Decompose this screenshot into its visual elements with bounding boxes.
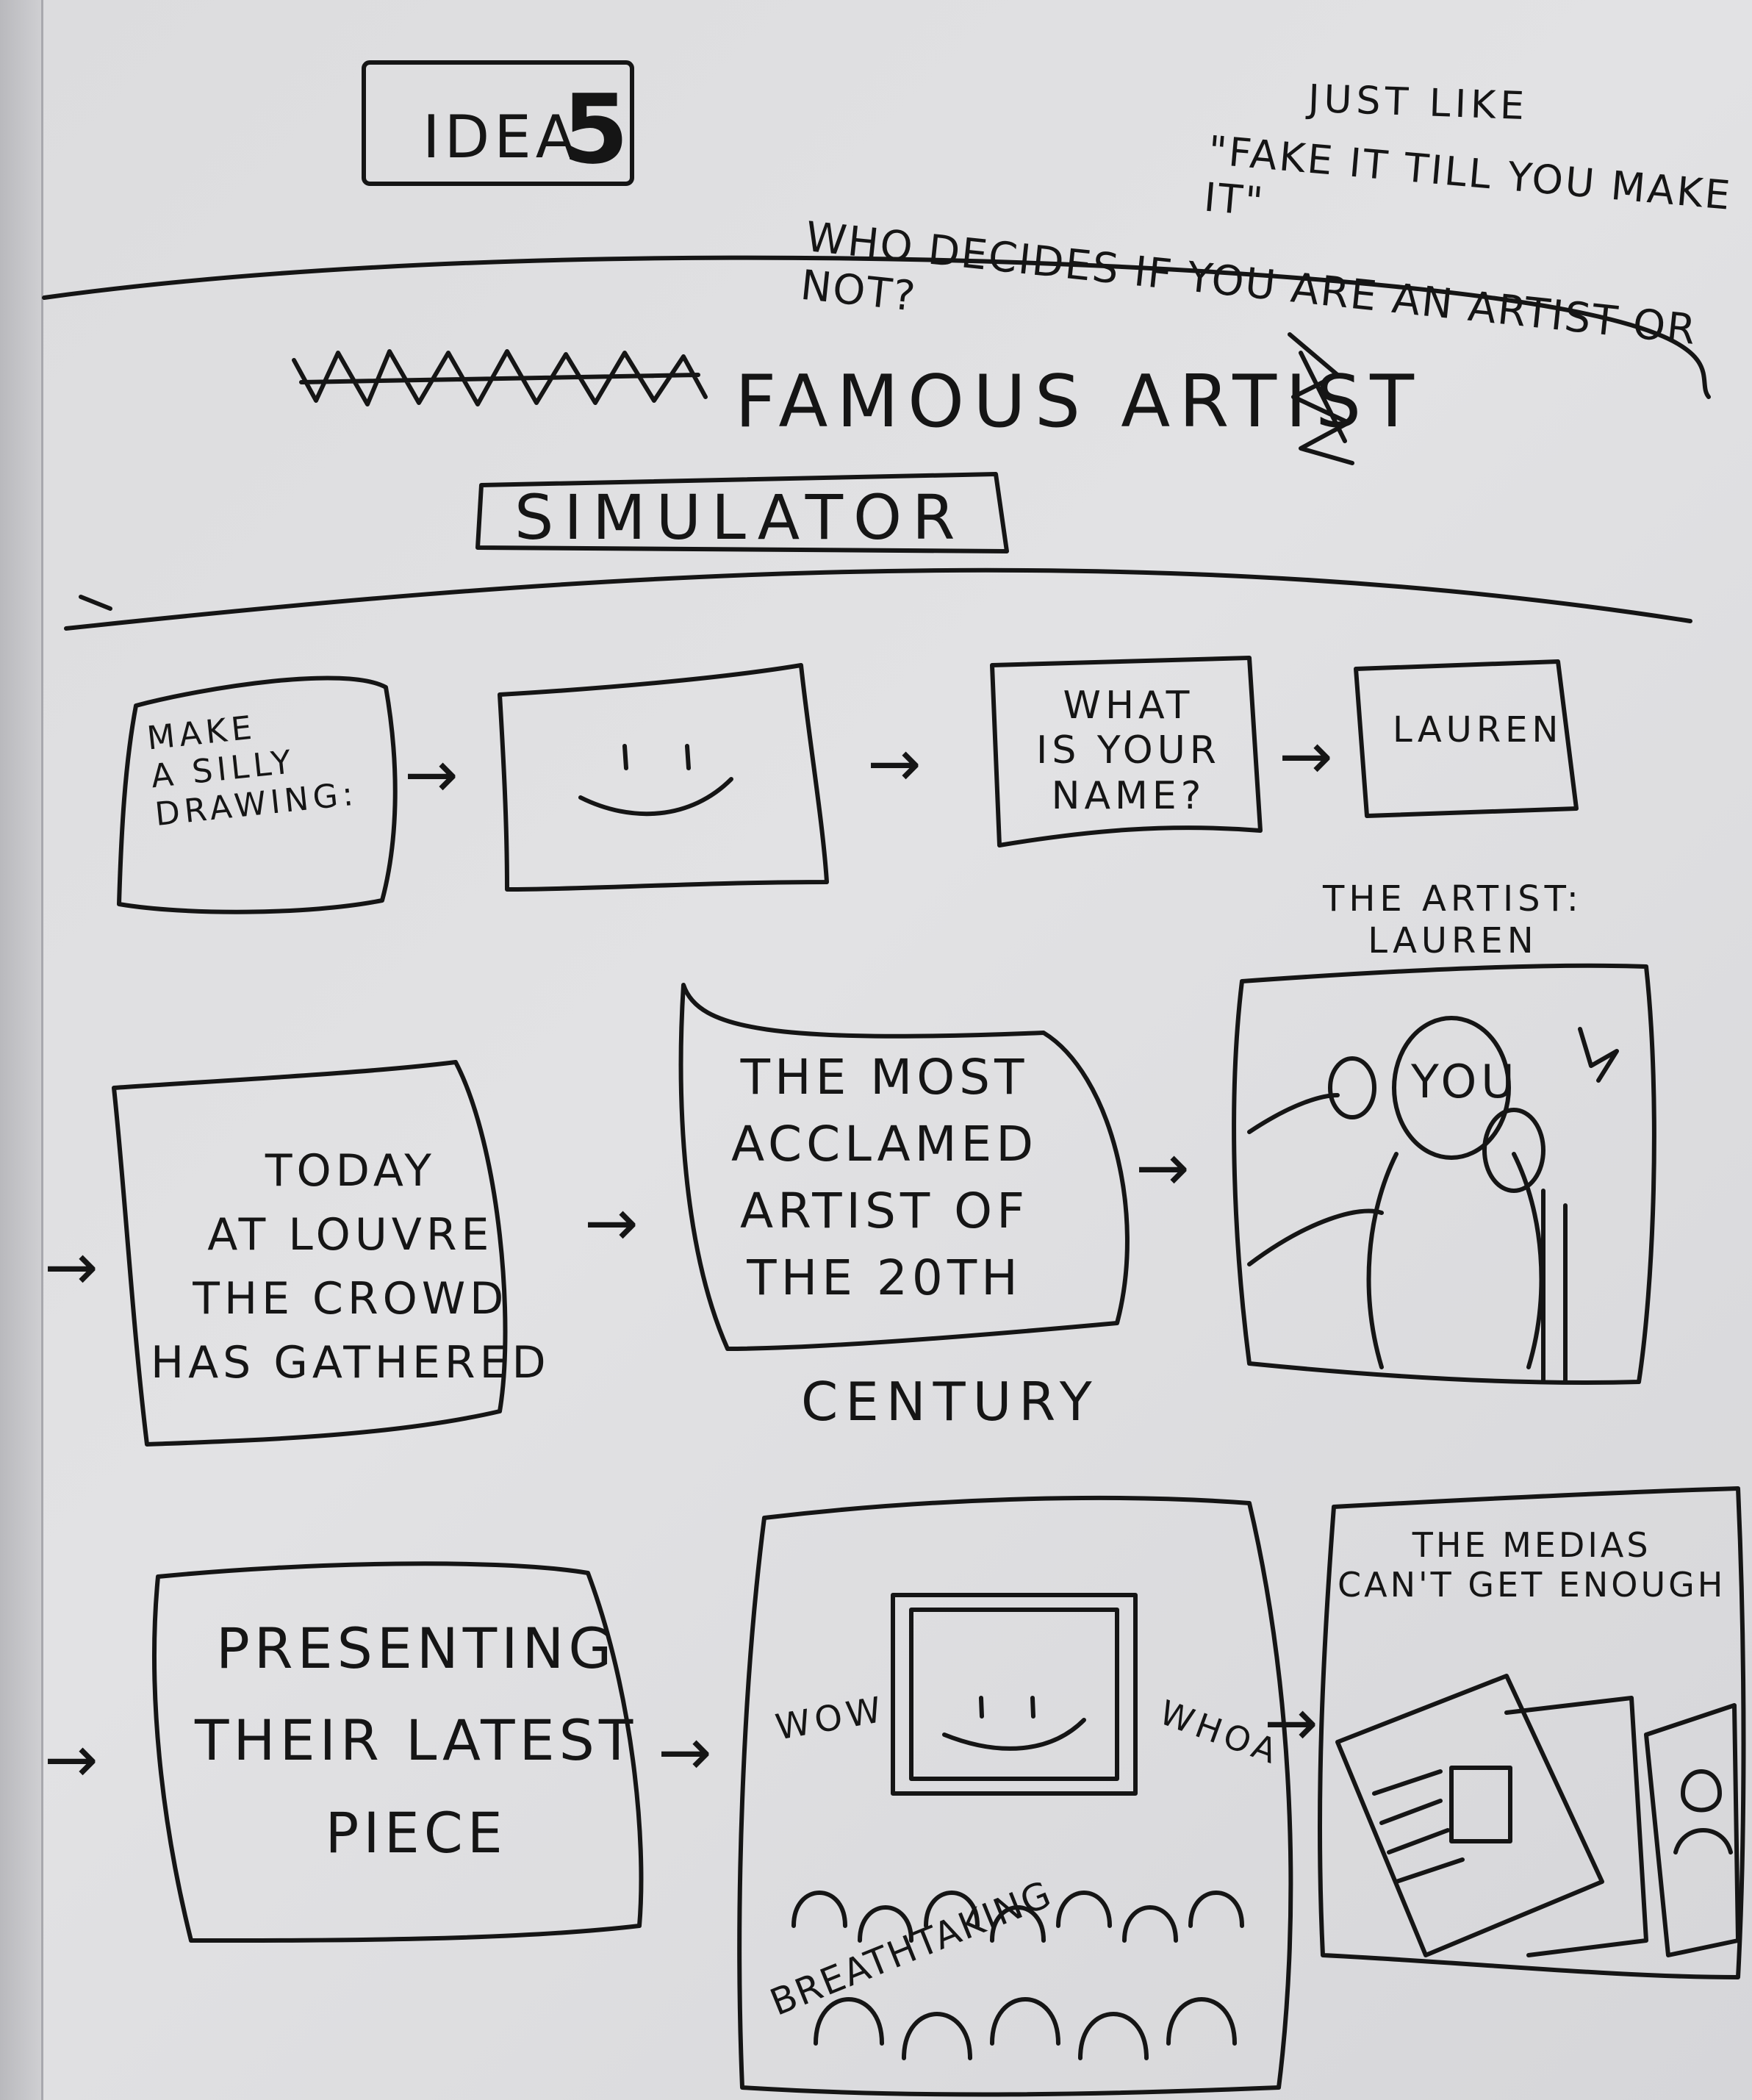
row2-panel3-you-label: YOU xyxy=(1411,1055,1519,1108)
row1-panel2-left-eye xyxy=(622,744,628,770)
row3-arrow-1: → xyxy=(44,1721,98,1797)
title-divider-tick xyxy=(79,595,112,611)
row3-panel2-artwork-inner xyxy=(909,1608,1119,1781)
row2-panel3-sparkle xyxy=(1578,1027,1619,1083)
title-sub: SIMULATOR xyxy=(514,481,966,553)
title-divider xyxy=(64,567,1692,631)
row3-panel1-text: PRESENTING THEIR LATEST PIECE xyxy=(195,1616,638,1866)
row1-panel3-text: WHAT IS YOUR NAME? xyxy=(1036,684,1221,818)
row2-panel3-microphone-2 xyxy=(1328,1056,1376,1119)
row1-panel4-text: LAUREN xyxy=(1393,709,1563,750)
row3-panel2-artwork-left-eye xyxy=(979,1696,984,1719)
row2-panel3-border xyxy=(1232,963,1656,1385)
row2-panel3-figure-body xyxy=(1366,1152,1544,1369)
row3-panel3-caption: THE MEDIAS CAN'T GET ENOUGH xyxy=(1338,1525,1726,1605)
row3-panel2-artwork-frame xyxy=(891,1593,1138,1796)
row2-panel2-tail: CENTURY xyxy=(801,1371,1099,1433)
row2-arrow-2: → xyxy=(584,1185,639,1261)
row2-panel1-text: TODAY AT LOUVRE THE CROWD HAS GATHERED xyxy=(151,1145,550,1388)
row3-panel3-newspaper-1 xyxy=(1335,1674,1604,1957)
row2-panel3-mic-stand xyxy=(1541,1189,1568,1384)
row2-arrow-3: → xyxy=(1135,1130,1190,1205)
row2-panel3-microphone-1 xyxy=(1482,1108,1545,1193)
row2-panel3-caption: THE ARTIST: LAUREN xyxy=(1323,878,1583,961)
row2-arrow-1: → xyxy=(44,1229,98,1305)
row3-panel3-newspaper-3-portrait xyxy=(1673,1769,1733,1854)
row3-arrow-3: → xyxy=(1264,1685,1318,1760)
note-line1: JUST LIKE xyxy=(1307,76,1529,129)
row2-panel2-text: THE MOST ACCLAMED ARTIST OF THE 20TH xyxy=(731,1049,1038,1307)
row3-panel2-artwork-smile xyxy=(942,1718,1086,1751)
idea-label: IDEA xyxy=(423,103,581,171)
row1-arrow-2: → xyxy=(867,725,922,801)
row1-panel2-smile xyxy=(578,777,733,817)
crossed-out-scribble xyxy=(292,349,708,406)
row1-panel1-text: MAKE A SILLY DRAWING: xyxy=(145,709,359,834)
idea-number: 5 xyxy=(562,74,629,185)
row1-panel2-right-eye xyxy=(685,744,691,770)
row1-arrow-1: → xyxy=(404,737,459,812)
row1-panel2-border xyxy=(498,663,829,892)
row3-panel3-newspaper-1-photo xyxy=(1449,1766,1512,1843)
row1-arrow-3: → xyxy=(1279,718,1333,794)
row2-panel3-reporter-arm xyxy=(1247,1093,1384,1266)
sketchbook-page: IDEA 5 JUST LIKE "FAKE IT TILL YOU MAKE … xyxy=(0,0,1752,2100)
title-main: FAMOUS ARTIST xyxy=(735,360,1424,444)
row3-arrow-2: → xyxy=(658,1714,712,1790)
